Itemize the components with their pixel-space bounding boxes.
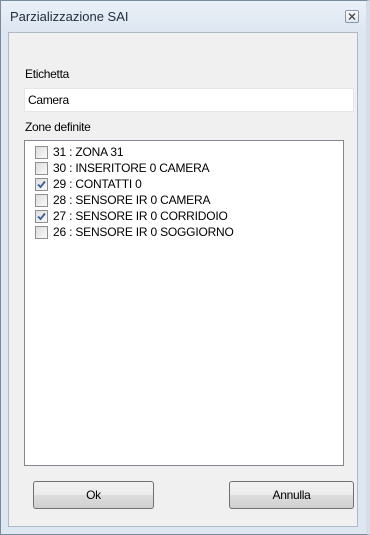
close-icon [348,13,356,20]
zone-checkbox[interactable] [35,209,48,223]
zone-list-item[interactable]: 27 : SENSORE IR 0 CORRIDOIO [25,208,343,224]
ok-button[interactable]: Ok [33,481,154,509]
label-field-label: Etichetta [25,67,69,81]
close-button[interactable] [345,10,359,23]
zones-label: Zone definite [25,120,91,134]
window-title: Parzializzazione SAI [10,9,129,24]
zone-list-item[interactable]: 30 : INSERITORE 0 CAMERA [25,160,343,176]
zones-checked-list[interactable]: 31 : ZONA 31 30 : INSERITORE 0 CAMERA 29 :… [24,140,344,466]
checkmark-icon [37,212,46,220]
zone-label: 26 : SENSORE IR 0 SOGGIORNO [53,225,234,239]
zone-label: 28 : SENSORE IR 0 CAMERA [53,193,211,207]
zone-list-item[interactable]: 28 : SENSORE IR 0 CAMERA [25,192,343,208]
zone-list-item[interactable]: 31 : ZONA 31 [25,144,343,160]
zone-list-item[interactable]: 26 : SENSORE IR 0 SOGGIORNO [25,224,343,240]
zone-label: 30 : INSERITORE 0 CAMERA [53,161,210,175]
zone-checkbox[interactable] [35,161,48,175]
zone-label: 31 : ZONA 31 [53,145,124,159]
zone-checkbox[interactable] [35,145,48,159]
zone-checkbox[interactable] [35,177,48,191]
zone-label: 27 : SENSORE IR 0 CORRIDOIO [53,209,228,223]
zone-checkbox[interactable] [35,225,48,239]
cancel-button[interactable]: Annulla [229,481,354,509]
label-input[interactable] [24,88,354,112]
checkmark-icon [37,180,46,188]
title-bar[interactable]: Parzializzazione SAI [1,1,366,32]
zone-checkbox[interactable] [35,193,48,207]
zone-label: 29 : CONTATTI 0 [53,177,142,191]
zone-list-item[interactable]: 29 : CONTATTI 0 [25,176,343,192]
